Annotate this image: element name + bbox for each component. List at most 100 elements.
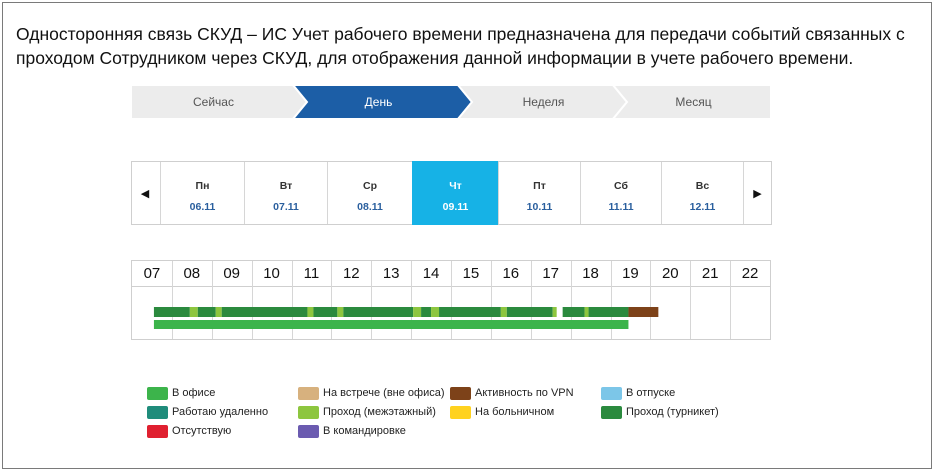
timeline-segment-turnstile[interactable] — [153, 307, 190, 317]
legend-item-interfloor: Проход (межэтажный) — [298, 404, 436, 420]
legend-label: На встрече (вне офиса) — [323, 387, 445, 399]
hour-label: 14 — [422, 265, 440, 282]
hour-label: 18 — [582, 265, 599, 282]
timeline-segment-turnstile[interactable] — [588, 307, 629, 317]
hour-label: 13 — [382, 265, 400, 282]
timeline-segment-interfloor[interactable] — [552, 307, 557, 317]
day-date: 08.11 — [357, 201, 383, 213]
day-name: Сб — [614, 180, 628, 192]
day-tab-wed[interactable]: Ср 08.11 — [327, 162, 412, 224]
period-tab-week[interactable]: Неделя — [461, 85, 626, 119]
timeline-segment-interfloor[interactable] — [189, 307, 198, 317]
day-date: 10.11 — [526, 201, 553, 213]
period-tab-now[interactable]: Сейчас — [131, 85, 296, 119]
legend-swatch — [298, 405, 319, 419]
legend-swatch — [298, 386, 319, 400]
legend-swatch — [298, 424, 319, 438]
period-switcher: Сейчас День Неделя Месяц — [131, 85, 771, 119]
hour-label: 08 — [183, 265, 201, 282]
day-name: Пн — [195, 180, 210, 192]
day-name: Вт — [279, 180, 293, 192]
legend-item-meeting: На встрече (вне офиса) — [298, 385, 445, 401]
day-name: Пт — [533, 180, 546, 192]
day-date: 09.11 — [442, 201, 469, 213]
status-legend: В офисе На встрече (вне офиса) Активность … — [147, 385, 787, 445]
week-day-selector: ◀ Пн 06.11 Вт 07.11 Ср 08.11 Чт 09.11 Пт… — [131, 161, 772, 225]
timeline-segment-office[interactable] — [153, 320, 629, 329]
legend-item-business_trip: В командировке — [298, 423, 406, 439]
day-tab-fri[interactable]: Пт 10.11 — [498, 162, 580, 224]
legend-label: В командировке — [323, 425, 406, 437]
legend-label: В офисе — [172, 387, 216, 399]
legend-label: Проход (турникет) — [626, 406, 719, 418]
hour-label: 19 — [622, 265, 639, 282]
hour-label: 22 — [741, 265, 759, 282]
timeline-segment-interfloor[interactable] — [337, 307, 344, 317]
legend-swatch — [601, 405, 622, 419]
timeline-segment-turnstile[interactable] — [421, 307, 432, 317]
hour-label: 10 — [263, 265, 280, 282]
legend-swatch — [147, 424, 168, 438]
legend-label: Проход (межэтажный) — [323, 406, 436, 418]
triangle-right-icon: ▶ — [753, 187, 762, 200]
legend-swatch — [147, 405, 168, 419]
timeline-segment-interfloor[interactable] — [413, 307, 422, 317]
legend-swatch — [450, 386, 471, 400]
day-tab-sat[interactable]: Сб 11.11 — [580, 162, 661, 224]
legend-item-remote: Работаю удаленно — [147, 404, 268, 420]
day-timeline: 07 08 09 10 11 12 13 14 15 16 17 18 19 20 21 22 — [131, 260, 771, 340]
timeline-segment-interfloor[interactable] — [584, 307, 589, 317]
legend-item-vacation: В отпуске — [601, 385, 675, 401]
timeline-segment-turnstile[interactable] — [313, 307, 338, 317]
hour-label: 16 — [502, 265, 520, 282]
prev-week-button[interactable]: ◀ — [132, 162, 158, 224]
day-name: Вс — [695, 180, 710, 192]
timeline-bars — [153, 307, 659, 329]
hour-label: 17 — [542, 265, 560, 282]
timeline-segment-turnstile[interactable] — [562, 307, 585, 317]
day-date: 12.11 — [689, 201, 716, 213]
timeline-segment-turnstile[interactable] — [197, 307, 216, 317]
next-week-button[interactable]: ▶ — [743, 162, 771, 224]
day-tab-tue[interactable]: Вт 07.11 — [244, 162, 327, 224]
legend-label: Активность по VPN — [475, 387, 574, 399]
day-tab-thu[interactable]: Чт 09.11 — [412, 161, 498, 225]
timeline-segment-vpn[interactable] — [628, 307, 659, 317]
hour-label: 11 — [303, 265, 320, 282]
timeline-segment-turnstile[interactable] — [221, 307, 308, 317]
legend-item-turnstile: Проход (турникет) — [601, 404, 719, 420]
page-description: Односторонняя связь СКУД – ИС Учет рабоч… — [16, 24, 905, 68]
triangle-left-icon: ◀ — [140, 187, 150, 200]
day-date: 06.11 — [189, 201, 216, 213]
timeline-segment-interfloor[interactable] — [500, 307, 507, 317]
day-date: 11.11 — [608, 201, 634, 213]
legend-label: В отпуске — [626, 387, 676, 399]
legend-label: Работаю удаленно — [172, 406, 269, 418]
hour-label: 07 — [143, 265, 161, 282]
timeline-segment-turnstile[interactable] — [343, 307, 414, 317]
legend-item-sick: На больничном — [450, 404, 554, 420]
timeline-segment-interfloor[interactable] — [431, 307, 440, 317]
legend-item-absent: Отсутствую — [147, 423, 231, 439]
timeline-segment-interfloor[interactable] — [215, 307, 222, 317]
day-date: 07.11 — [273, 201, 299, 213]
period-tab-month[interactable]: Месяц — [616, 85, 771, 119]
timeline-segment-turnstile[interactable] — [439, 307, 501, 317]
day-tab-mon[interactable]: Пн 06.11 — [160, 162, 244, 224]
period-tab-day[interactable]: День — [296, 85, 461, 119]
legend-swatch — [601, 386, 622, 400]
legend-label: Отсутствую — [172, 425, 232, 437]
legend-item-vpn: Активность по VPN — [450, 385, 574, 401]
hour-label: 12 — [342, 265, 360, 282]
legend-swatch — [450, 405, 471, 419]
hour-label: 20 — [661, 265, 679, 282]
legend-swatch — [147, 386, 168, 400]
hour-label: 09 — [223, 265, 241, 282]
timeline-segment-interfloor[interactable] — [307, 307, 314, 317]
day-name: Ср — [363, 180, 377, 192]
legend-item-office: В офисе — [147, 385, 215, 401]
day-tab-sun[interactable]: Вс 12.11 — [661, 162, 743, 224]
legend-label: На больничном — [475, 406, 555, 418]
hour-label: 15 — [462, 265, 480, 282]
timeline-segment-turnstile[interactable] — [506, 307, 553, 317]
